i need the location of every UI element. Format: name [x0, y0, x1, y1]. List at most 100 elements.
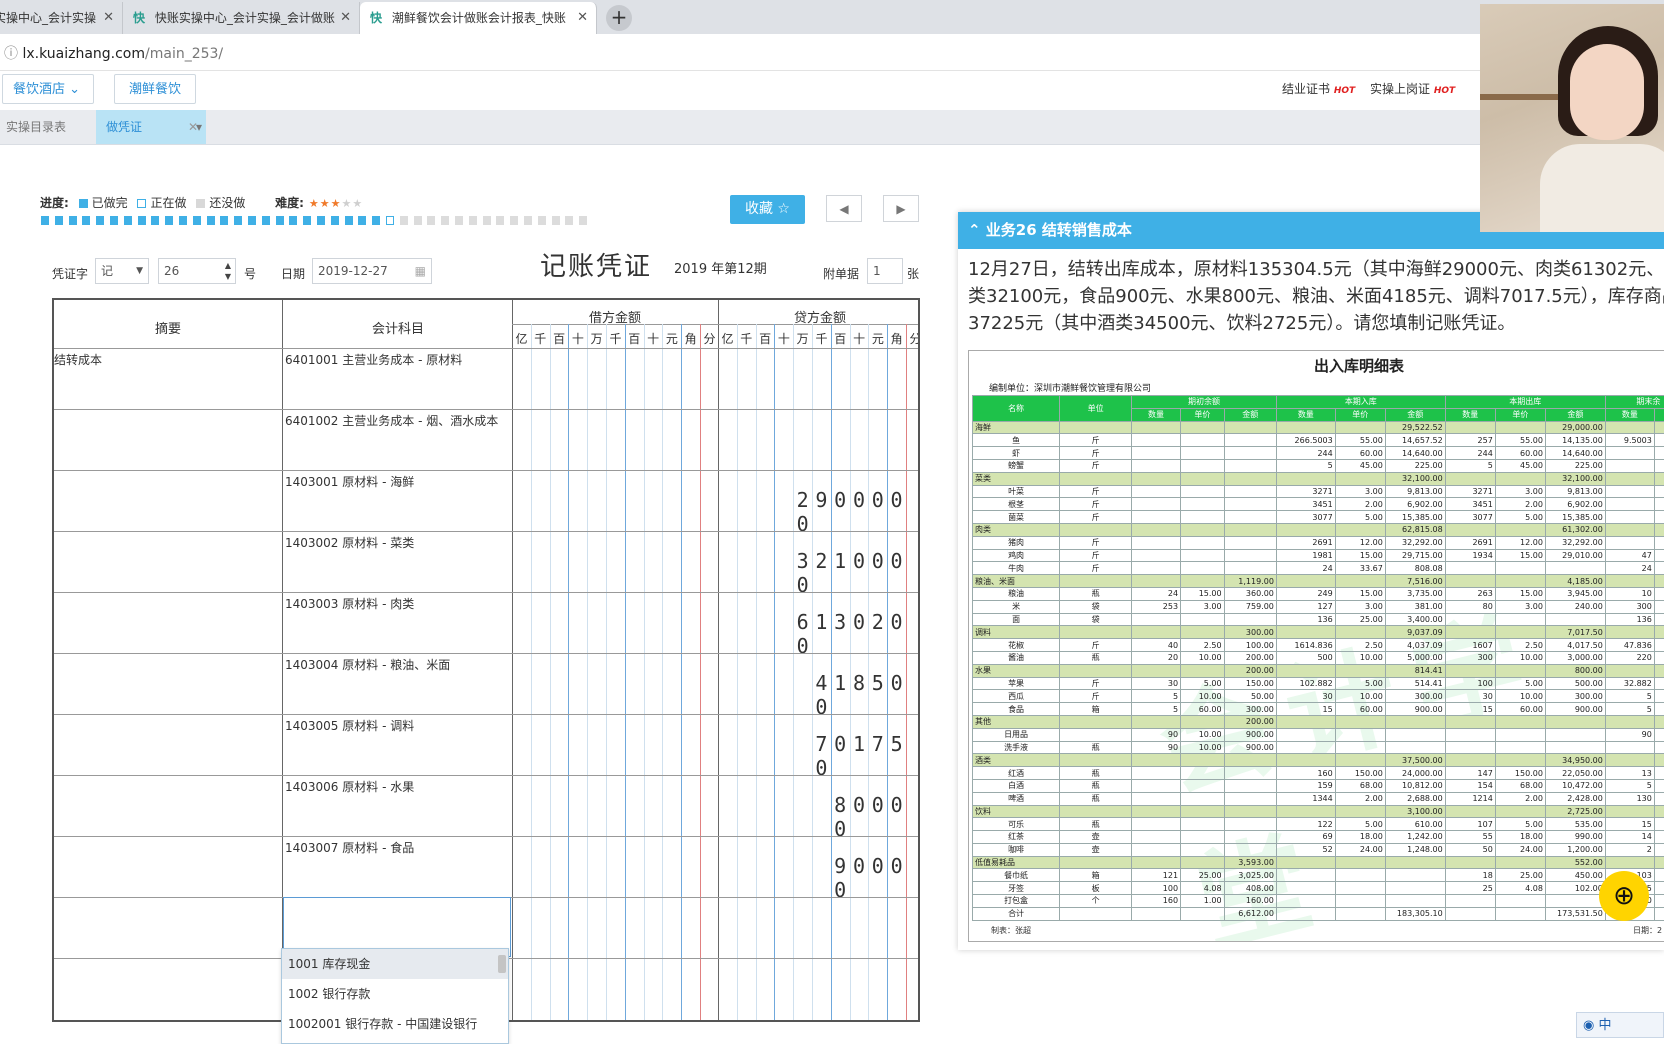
row-account-cell[interactable]: 1403001 原材料 - 海鲜: [285, 473, 511, 490]
calendar-icon[interactable]: ▦: [415, 259, 426, 283]
progress-segment[interactable]: [248, 216, 256, 225]
digit-unit-label: 千: [737, 330, 756, 347]
job-certificate-link[interactable]: 实操上岗证 HOT: [1370, 80, 1455, 97]
dropdown-option[interactable]: 1002001 银行存款 - 中国建设银行: [282, 1009, 508, 1039]
collect-button[interactable]: 收藏 ☆: [730, 195, 805, 224]
progress-segment[interactable]: [69, 216, 77, 225]
progress-segment[interactable]: [262, 216, 270, 225]
progress-segment[interactable]: [510, 216, 518, 225]
prev-button[interactable]: ◀: [826, 195, 862, 222]
credit-amount[interactable]: 418500: [812, 671, 918, 719]
close-tab-icon[interactable]: ✕: [340, 2, 351, 34]
ime-toolbar[interactable]: ◉ 中: [1576, 1012, 1664, 1038]
voucher-number-stepper[interactable]: 26 ▲ ▼: [158, 258, 236, 284]
progress-segment[interactable]: [303, 216, 311, 225]
industry-select[interactable]: 餐饮酒店 ⌄: [2, 74, 94, 104]
progress-segment[interactable]: [165, 216, 173, 225]
progress-segment[interactable]: [414, 216, 422, 225]
next-button[interactable]: ▶: [883, 195, 919, 222]
progress-segment[interactable]: [41, 216, 49, 225]
sheet-row: 红酒瓶160150.0024,000.00147150.0022,050.001…: [973, 767, 1664, 780]
dropdown-option[interactable]: 1001 库存现金: [282, 949, 508, 979]
sub-navigation: 实操目录表 做凭证 ✕ ▾: [0, 110, 1480, 145]
attach-count-input[interactable]: 1: [867, 258, 903, 284]
sheet-cell: 5: [1605, 779, 1654, 792]
row-account-cell[interactable]: 1403006 原材料 - 水果: [285, 778, 511, 795]
progress-segment[interactable]: [441, 216, 449, 225]
row-account-cell[interactable]: 6401001 主营业务成本 - 原材料: [285, 351, 511, 368]
credit-amount[interactable]: 701750: [812, 732, 918, 780]
credit-amount[interactable]: 6130200: [793, 610, 918, 658]
sheet-cell: 牛肉: [973, 562, 1060, 575]
progress-segment[interactable]: [400, 216, 408, 225]
new-tab-button[interactable]: +: [606, 5, 632, 31]
sheet-cell: 瓶: [1060, 767, 1132, 780]
credit-amount[interactable]: 3210000: [793, 549, 918, 597]
dropdown-option[interactable]: 1002 银行存款: [282, 979, 508, 1009]
browser-tab-1[interactable]: 实操中心_会计实操 ✕: [0, 2, 123, 34]
row-account-cell[interactable]: 1403007 原材料 - 食品: [285, 839, 511, 856]
sheet-cell: [1335, 664, 1385, 677]
progress-segment[interactable]: [193, 216, 201, 225]
progress-segment[interactable]: [552, 216, 560, 225]
progress-segment[interactable]: [386, 216, 394, 225]
progress-segment[interactable]: [524, 216, 532, 225]
progress-segment[interactable]: [96, 216, 104, 225]
company-button[interactable]: 潮鲜餐饮: [114, 74, 196, 104]
progress-segment[interactable]: [179, 216, 187, 225]
amount-digit: 0: [850, 610, 869, 634]
close-tab-icon[interactable]: ✕: [103, 2, 114, 34]
voucher-word-select[interactable]: 记 ▼: [95, 258, 149, 284]
progress-segment[interactable]: [427, 216, 435, 225]
progress-segment[interactable]: [138, 216, 146, 225]
row-account-cell[interactable]: 1403004 原材料 - 粮油、米面: [285, 656, 511, 673]
progress-segment[interactable]: [82, 216, 90, 225]
progress-segment[interactable]: [110, 216, 118, 225]
sheet-cell: 5: [1132, 690, 1181, 703]
progress-segment[interactable]: [538, 216, 546, 225]
browser-tab-2[interactable]: 快 快账实操中心_会计实操_会计做账 ✕: [123, 2, 360, 34]
date-input[interactable]: 2019-12-27 ▦: [312, 258, 432, 284]
certificate-link[interactable]: 结业证书 HOT: [1282, 80, 1355, 97]
close-tab-icon[interactable]: ✕: [577, 2, 588, 34]
credit-amount[interactable]: 80000: [831, 793, 918, 841]
progress-segment[interactable]: [220, 216, 228, 225]
progress-segment[interactable]: [469, 216, 477, 225]
credit-amount[interactable]: 2900000: [793, 488, 918, 536]
tab-menu-caret-icon[interactable]: ▾: [186, 110, 226, 144]
progress-segment[interactable]: [55, 216, 63, 225]
progress-segment[interactable]: [276, 216, 284, 225]
difficulty-stars: ★★★★★: [308, 196, 362, 210]
tab-practice-catalog[interactable]: 实操目录表: [0, 110, 104, 144]
row-account-cell[interactable]: 1403003 原材料 - 肉类: [285, 595, 511, 612]
progress-segment[interactable]: [331, 216, 339, 225]
row-summary-cell[interactable]: 结转成本: [54, 351, 280, 368]
progress-segment[interactable]: [358, 216, 366, 225]
row-account-cell[interactable]: 6401002 主营业务成本 - 烟、酒水成本: [285, 412, 511, 429]
progress-segment[interactable]: [234, 216, 242, 225]
sheet-cell: 47: [1605, 549, 1654, 562]
progress-segment[interactable]: [151, 216, 159, 225]
collapse-icon[interactable]: ⌃: [968, 221, 986, 239]
row-account-cell[interactable]: 1403002 原材料 - 菜类: [285, 534, 511, 551]
progress-segment[interactable]: [124, 216, 132, 225]
progress-segment[interactable]: [345, 216, 353, 225]
browser-tab-3-active[interactable]: 快 潮鲜餐饮会计做账会计报表_快账 ✕: [360, 2, 597, 34]
account-dropdown[interactable]: 1001 库存现金 1002 银行存款 1002001 银行存款 - 中国建设银…: [281, 948, 509, 1044]
progress-segment[interactable]: [579, 216, 587, 225]
progress-segment[interactable]: [372, 216, 380, 225]
progress-segment[interactable]: [483, 216, 491, 225]
sheet-cell: 斤: [1060, 549, 1132, 562]
credit-amount[interactable]: 90000: [831, 854, 918, 902]
progress-segment[interactable]: [207, 216, 215, 225]
progress-segment[interactable]: [455, 216, 463, 225]
stepper-down-icon[interactable]: ▼: [225, 265, 231, 289]
progress-segment[interactable]: [496, 216, 504, 225]
address-bar[interactable]: ⓘ lx.kuaizhang.com/main_253/: [0, 34, 1664, 71]
row-account-cell[interactable]: 1403005 原材料 - 调料: [285, 717, 511, 734]
zoom-in-icon[interactable]: ⊕: [1599, 871, 1649, 921]
progress-segment[interactable]: [317, 216, 325, 225]
dropdown-scrollbar[interactable]: [498, 955, 506, 973]
progress-segment[interactable]: [289, 216, 297, 225]
progress-segment[interactable]: [565, 216, 573, 225]
